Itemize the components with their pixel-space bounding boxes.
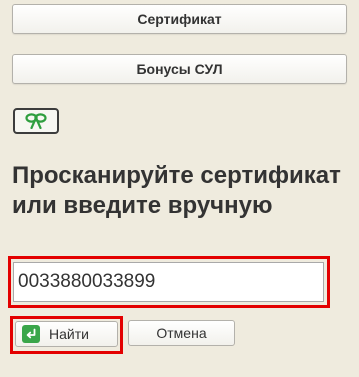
find-button[interactable]: Найти [15,321,118,347]
bonus-sul-button[interactable]: Бонусы СУЛ [12,54,347,84]
enter-arrow-icon [22,325,40,343]
certificate-panel: Сертификат Бонусы СУЛ Просканируйте серт… [0,0,359,377]
cancel-button[interactable]: Отмена [128,320,235,346]
gift-button[interactable] [13,108,59,134]
scan-instruction: Просканируйте сертификат или введите вру… [12,162,341,219]
gift-bow-icon [25,113,47,129]
certificate-button[interactable]: Сертификат [12,4,347,34]
find-button-label: Найти [49,326,89,342]
certificate-code-input[interactable] [13,262,324,302]
